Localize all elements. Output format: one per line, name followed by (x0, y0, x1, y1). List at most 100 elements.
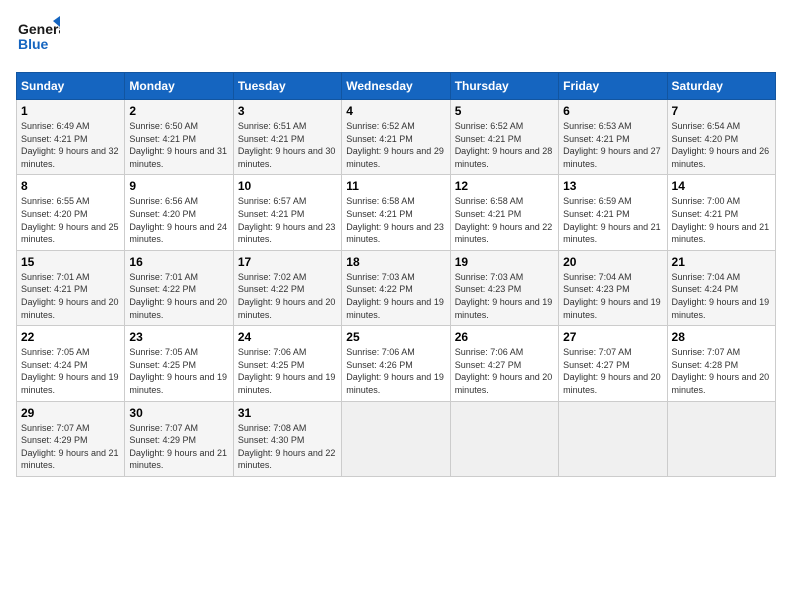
day-number: 23 (129, 330, 228, 344)
calendar-row-1: 1 Sunrise: 6:49 AM Sunset: 4:21 PM Daylig… (17, 100, 776, 175)
day-info: Sunrise: 6:49 AM Sunset: 4:21 PM Dayligh… (21, 120, 120, 170)
svg-text:General: General (18, 21, 60, 37)
calendar-row-4: 22 Sunrise: 7:05 AM Sunset: 4:24 PM Dayli… (17, 326, 776, 401)
day-info: Sunrise: 6:57 AM Sunset: 4:21 PM Dayligh… (238, 195, 337, 245)
day-number: 30 (129, 406, 228, 420)
day-number: 3 (238, 104, 337, 118)
day-number: 6 (563, 104, 662, 118)
day-number: 11 (346, 179, 445, 193)
day-number: 25 (346, 330, 445, 344)
calendar-row-5: 29 Sunrise: 7:07 AM Sunset: 4:29 PM Dayli… (17, 401, 776, 476)
day-info: Sunrise: 6:56 AM Sunset: 4:20 PM Dayligh… (129, 195, 228, 245)
weekday-header-sunday: Sunday (17, 73, 125, 100)
day-info: Sunrise: 6:54 AM Sunset: 4:20 PM Dayligh… (672, 120, 771, 170)
day-number: 10 (238, 179, 337, 193)
calendar-empty-cell (667, 401, 775, 476)
day-info: Sunrise: 7:03 AM Sunset: 4:23 PM Dayligh… (455, 271, 554, 321)
calendar-day-17: 17 Sunrise: 7:02 AM Sunset: 4:22 PM Dayli… (233, 250, 341, 325)
calendar-empty-cell (342, 401, 450, 476)
calendar-day-15: 15 Sunrise: 7:01 AM Sunset: 4:21 PM Dayli… (17, 250, 125, 325)
calendar-day-1: 1 Sunrise: 6:49 AM Sunset: 4:21 PM Daylig… (17, 100, 125, 175)
day-info: Sunrise: 6:52 AM Sunset: 4:21 PM Dayligh… (346, 120, 445, 170)
day-info: Sunrise: 6:59 AM Sunset: 4:21 PM Dayligh… (563, 195, 662, 245)
calendar-table: SundayMondayTuesdayWednesdayThursdayFrid… (16, 72, 776, 477)
calendar-day-2: 2Sunrise: 6:50 AM Sunset: 4:21 PM Daylig… (125, 100, 233, 175)
day-info: Sunrise: 7:04 AM Sunset: 4:24 PM Dayligh… (672, 271, 771, 321)
calendar-day-20: 20 Sunrise: 7:04 AM Sunset: 4:23 PM Dayli… (559, 250, 667, 325)
day-info: Sunrise: 7:01 AM Sunset: 4:22 PM Dayligh… (129, 271, 228, 321)
calendar-day-12: 12Sunrise: 6:58 AM Sunset: 4:21 PM Dayli… (450, 175, 558, 250)
weekday-header-monday: Monday (125, 73, 233, 100)
calendar-day-8: 8 Sunrise: 6:55 AM Sunset: 4:20 PM Daylig… (17, 175, 125, 250)
day-number: 16 (129, 255, 228, 269)
day-number: 29 (21, 406, 120, 420)
calendar-day-10: 10 Sunrise: 6:57 AM Sunset: 4:21 PM Dayli… (233, 175, 341, 250)
calendar-day-31: 31Sunrise: 7:08 AM Sunset: 4:30 PM Dayli… (233, 401, 341, 476)
day-info: Sunrise: 7:05 AM Sunset: 4:24 PM Dayligh… (21, 346, 120, 396)
day-info: Sunrise: 7:07 AM Sunset: 4:28 PM Dayligh… (672, 346, 771, 396)
svg-text:Blue: Blue (18, 36, 49, 52)
day-info: Sunrise: 6:51 AM Sunset: 4:21 PM Dayligh… (238, 120, 337, 170)
day-number: 13 (563, 179, 662, 193)
calendar-day-22: 22 Sunrise: 7:05 AM Sunset: 4:24 PM Dayli… (17, 326, 125, 401)
calendar-day-27: 27Sunrise: 7:07 AM Sunset: 4:27 PM Dayli… (559, 326, 667, 401)
day-info: Sunrise: 7:04 AM Sunset: 4:23 PM Dayligh… (563, 271, 662, 321)
day-info: Sunrise: 7:07 AM Sunset: 4:29 PM Dayligh… (129, 422, 228, 472)
calendar-day-4: 4Sunrise: 6:52 AM Sunset: 4:21 PM Daylig… (342, 100, 450, 175)
day-info: Sunrise: 7:02 AM Sunset: 4:22 PM Dayligh… (238, 271, 337, 321)
day-number: 5 (455, 104, 554, 118)
weekday-header-wednesday: Wednesday (342, 73, 450, 100)
day-info: Sunrise: 7:06 AM Sunset: 4:26 PM Dayligh… (346, 346, 445, 396)
day-info: Sunrise: 6:58 AM Sunset: 4:21 PM Dayligh… (346, 195, 445, 245)
calendar-day-18: 18 Sunrise: 7:03 AM Sunset: 4:22 PM Dayli… (342, 250, 450, 325)
weekday-header-thursday: Thursday (450, 73, 558, 100)
weekday-header-tuesday: Tuesday (233, 73, 341, 100)
weekday-header-row: SundayMondayTuesdayWednesdayThursdayFrid… (17, 73, 776, 100)
page-header: General Blue (16, 16, 776, 60)
calendar-empty-cell (559, 401, 667, 476)
day-number: 18 (346, 255, 445, 269)
logo: General Blue (16, 16, 60, 60)
day-info: Sunrise: 6:55 AM Sunset: 4:20 PM Dayligh… (21, 195, 120, 245)
calendar-day-29: 29 Sunrise: 7:07 AM Sunset: 4:29 PM Dayli… (17, 401, 125, 476)
calendar-day-21: 21Sunrise: 7:04 AM Sunset: 4:24 PM Dayli… (667, 250, 775, 325)
day-number: 19 (455, 255, 554, 269)
calendar-day-6: 6Sunrise: 6:53 AM Sunset: 4:21 PM Daylig… (559, 100, 667, 175)
calendar-row-2: 8 Sunrise: 6:55 AM Sunset: 4:20 PM Daylig… (17, 175, 776, 250)
day-number: 17 (238, 255, 337, 269)
weekday-header-saturday: Saturday (667, 73, 775, 100)
day-info: Sunrise: 7:06 AM Sunset: 4:27 PM Dayligh… (455, 346, 554, 396)
day-info: Sunrise: 7:03 AM Sunset: 4:22 PM Dayligh… (346, 271, 445, 321)
calendar-day-28: 28 Sunrise: 7:07 AM Sunset: 4:28 PM Dayli… (667, 326, 775, 401)
logo-container: General Blue (16, 16, 60, 60)
calendar-day-24: 24 Sunrise: 7:06 AM Sunset: 4:25 PM Dayli… (233, 326, 341, 401)
logo-svg: General Blue (16, 16, 60, 60)
calendar-day-19: 19 Sunrise: 7:03 AM Sunset: 4:23 PM Dayli… (450, 250, 558, 325)
calendar-day-16: 16 Sunrise: 7:01 AM Sunset: 4:22 PM Dayli… (125, 250, 233, 325)
calendar-day-13: 13 Sunrise: 6:59 AM Sunset: 4:21 PM Dayli… (559, 175, 667, 250)
day-info: Sunrise: 7:07 AM Sunset: 4:29 PM Dayligh… (21, 422, 120, 472)
day-number: 28 (672, 330, 771, 344)
day-number: 15 (21, 255, 120, 269)
day-info: Sunrise: 6:50 AM Sunset: 4:21 PM Dayligh… (129, 120, 228, 170)
day-number: 8 (21, 179, 120, 193)
calendar-day-7: 7 Sunrise: 6:54 AM Sunset: 4:20 PM Daylig… (667, 100, 775, 175)
day-number: 1 (21, 104, 120, 118)
day-info: Sunrise: 7:01 AM Sunset: 4:21 PM Dayligh… (21, 271, 120, 321)
calendar-day-3: 3 Sunrise: 6:51 AM Sunset: 4:21 PM Daylig… (233, 100, 341, 175)
day-number: 9 (129, 179, 228, 193)
calendar-row-3: 15 Sunrise: 7:01 AM Sunset: 4:21 PM Dayli… (17, 250, 776, 325)
calendar-day-23: 23 Sunrise: 7:05 AM Sunset: 4:25 PM Dayli… (125, 326, 233, 401)
day-info: Sunrise: 7:05 AM Sunset: 4:25 PM Dayligh… (129, 346, 228, 396)
calendar-day-26: 26 Sunrise: 7:06 AM Sunset: 4:27 PM Dayli… (450, 326, 558, 401)
day-number: 20 (563, 255, 662, 269)
day-number: 24 (238, 330, 337, 344)
day-number: 26 (455, 330, 554, 344)
day-info: Sunrise: 7:06 AM Sunset: 4:25 PM Dayligh… (238, 346, 337, 396)
calendar-day-25: 25 Sunrise: 7:06 AM Sunset: 4:26 PM Dayli… (342, 326, 450, 401)
calendar-day-11: 11 Sunrise: 6:58 AM Sunset: 4:21 PM Dayli… (342, 175, 450, 250)
day-number: 27 (563, 330, 662, 344)
day-number: 7 (672, 104, 771, 118)
day-number: 22 (21, 330, 120, 344)
weekday-header-friday: Friday (559, 73, 667, 100)
